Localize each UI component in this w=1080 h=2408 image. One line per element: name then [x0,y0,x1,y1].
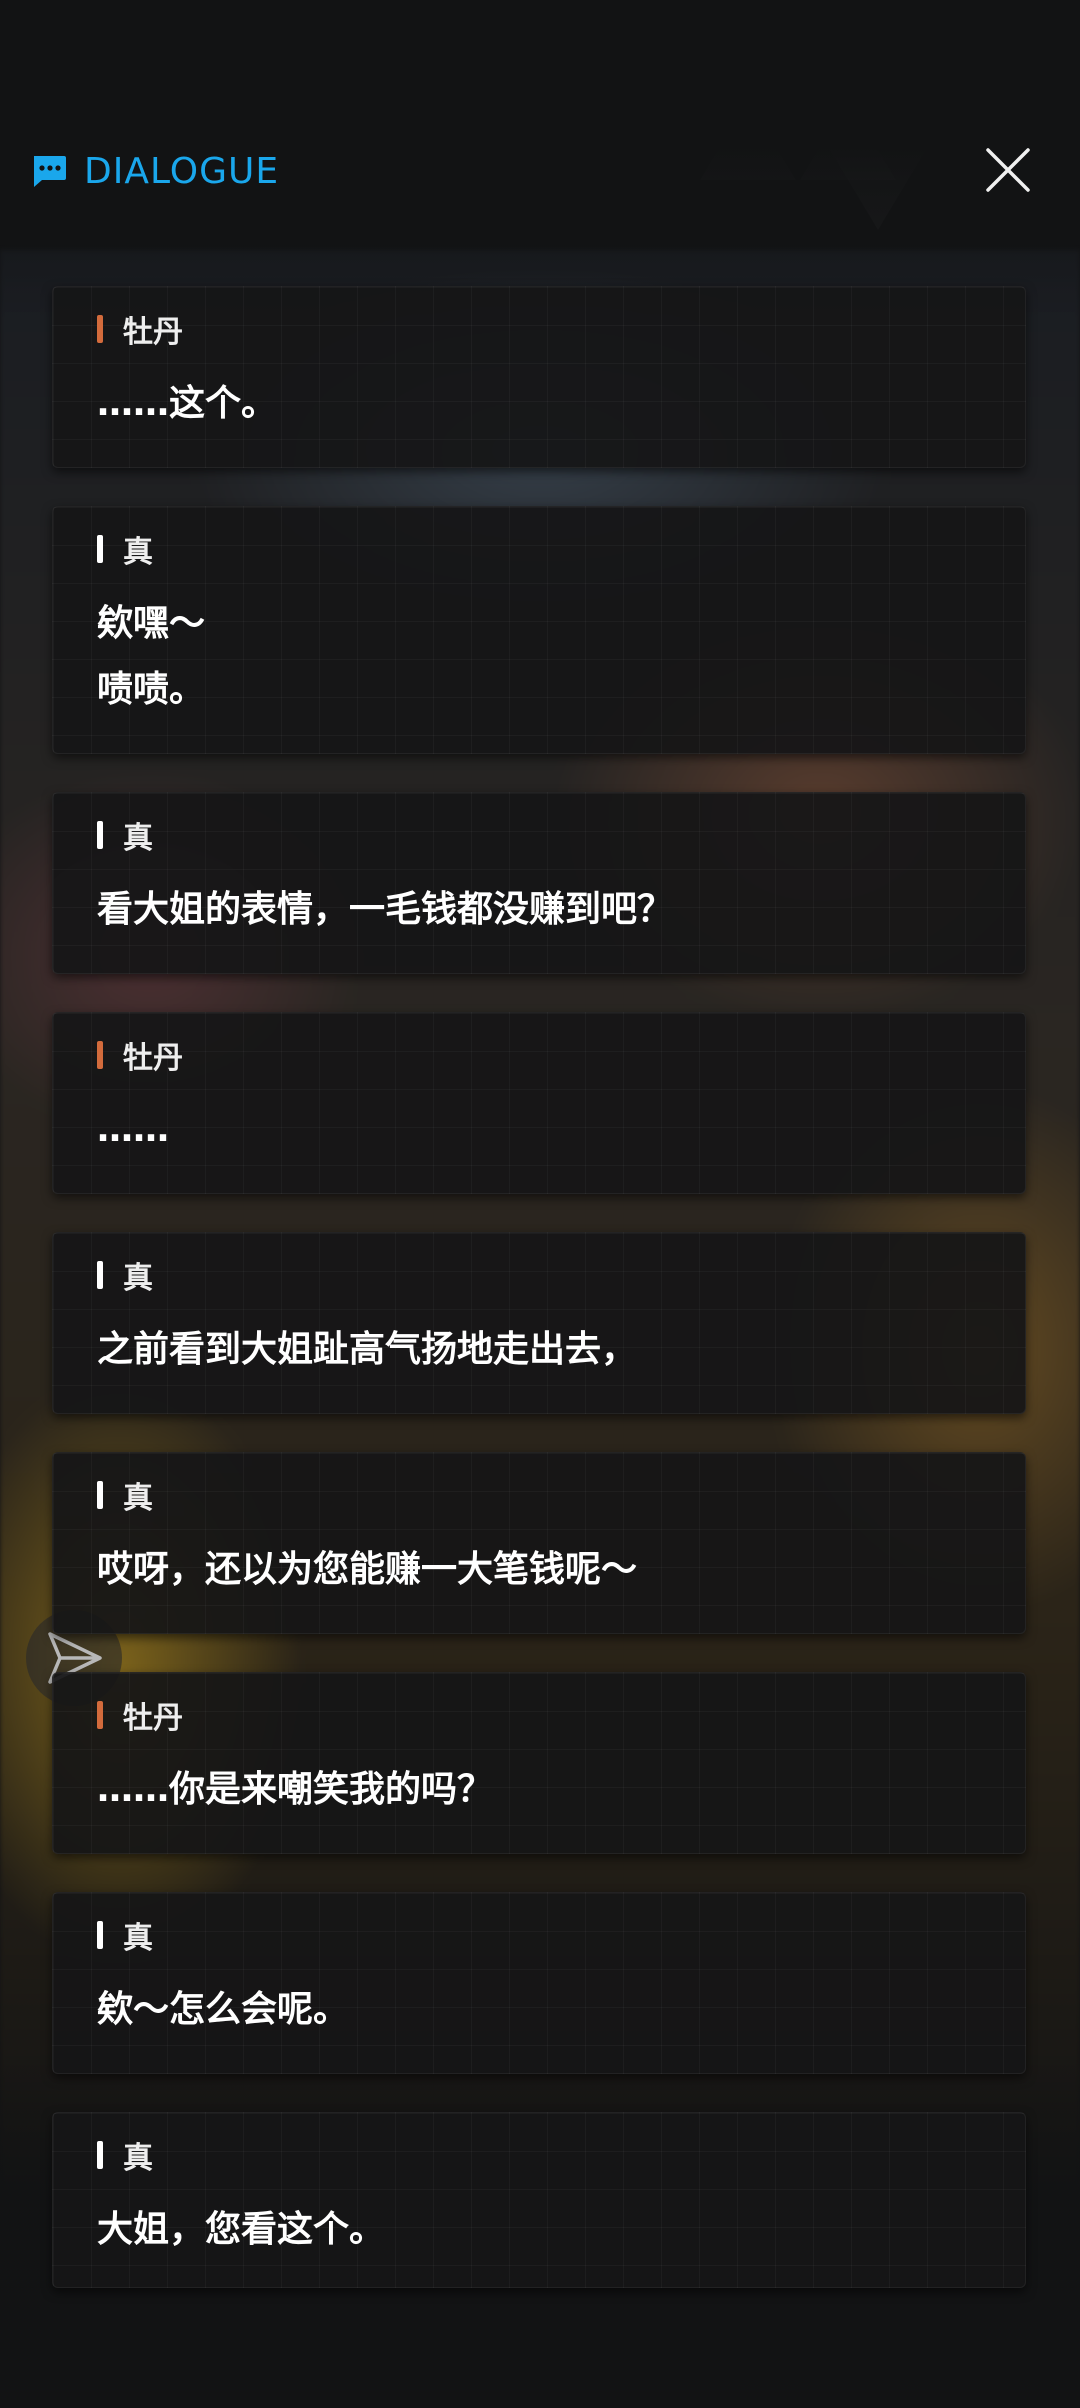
speaker-bar [97,1921,103,1949]
speaker-name: 真 [123,1921,153,1956]
speaker-name: 真 [123,821,153,856]
header-title-group: DIALOGUE [30,148,279,194]
speaker-name: 真 [123,535,153,570]
dialogue-text: ……你是来嘲笑我的吗？ [97,1757,981,1823]
speaker-bar [97,315,103,343]
dialogue-entry: 真 之前看到大姐趾高气扬地走出去， [52,1232,1026,1414]
dialogue-line: 看大姐的表情，一毛钱都没赚到吧？ [97,889,674,930]
speaker-name: 牡丹 [123,315,183,350]
dialogue-text: 欸～怎么会呢。 [97,1977,981,2043]
dialogue-entry: 牡丹 ……你是来嘲笑我的吗？ [52,1672,1026,1854]
speaker-row: 真 [97,529,981,570]
speaker-row: 牡丹 [97,1035,981,1076]
speaker-name: 牡丹 [123,1041,183,1076]
dialogue-line: 哎呀，还以为您能赚一大笔钱呢～ [97,1549,638,1590]
speaker-bar [97,1701,103,1729]
dialogue-text: 之前看到大姐趾高气扬地走出去， [97,1317,981,1383]
dialogue-text: ……这个。 [97,371,981,437]
dialogue-entry: 真 欸～怎么会呢。 [52,1892,1026,2074]
speaker-row: 真 [97,1255,981,1296]
dialogue-entry: 牡丹 …… [52,1012,1026,1194]
dialogue-entry: 真 大姐，您看这个。 [52,2112,1026,2288]
dialogue-line: 啧啧。 [97,669,206,710]
speaker-row: 牡丹 [97,309,981,350]
speaker-bar [97,1261,103,1289]
close-button[interactable] [978,140,1038,200]
dialogue-line: ……这个。 [97,383,278,424]
speaker-row: 真 [97,2135,981,2176]
dialogue-text: 欸嘿～ 啧啧。 [97,591,981,723]
dialogue-log[interactable]: 牡丹 ……这个。 真 欸嘿～ 啧啧。 真 看大姐的表情，一毛钱都没赚到吧？ 牡丹 [52,286,1026,2326]
dialogue-line: ……你是来嘲笑我的吗？ [97,1769,494,1810]
dialogue-text: 大姐，您看这个。 [97,2197,981,2263]
speaker-name: 牡丹 [123,1701,183,1736]
dialogue-text: …… [97,1097,981,1163]
speaker-bar [97,1481,103,1509]
dialogue-line: 欸～怎么会呢。 [97,1989,350,2030]
dialogue-line: 大姐，您看这个。 [97,2209,386,2250]
speaker-row: 真 [97,1915,981,1956]
speaker-bar [97,2141,103,2169]
dialogue-entry: 牡丹 ……这个。 [52,286,1026,468]
dialogue-entry: 真 看大姐的表情，一毛钱都没赚到吧？ [52,792,1026,974]
close-icon [986,148,1030,192]
dialogue-text: 哎呀，还以为您能赚一大笔钱呢～ [97,1537,981,1603]
speaker-name: 真 [123,1261,153,1296]
speaker-name: 真 [123,2141,153,2176]
dialogue-entry: 真 欸嘿～ 啧啧。 [52,506,1026,754]
dialogue-entry: 真 哎呀，还以为您能赚一大笔钱呢～ [52,1452,1026,1634]
speaker-row: 真 [97,1475,981,1516]
dialogue-title: DIALOGUE [84,150,280,192]
dialogue-text: 看大姐的表情，一毛钱都没赚到吧？ [97,877,981,943]
speaker-bar [97,821,103,849]
speaker-name: 真 [123,1481,153,1516]
dialogue-line: 欸嘿～ [97,603,206,644]
speaker-row: 真 [97,815,981,856]
dialogue-line: 之前看到大姐趾高气扬地走出去， [97,1329,638,1370]
dialogue-line: …… [97,1109,169,1150]
speaker-bar [97,535,103,563]
dialogue-header: DIALOGUE [0,130,1080,210]
chat-bubble-icon [30,152,68,190]
speaker-row: 牡丹 [97,1695,981,1736]
speaker-bar [97,1041,103,1069]
